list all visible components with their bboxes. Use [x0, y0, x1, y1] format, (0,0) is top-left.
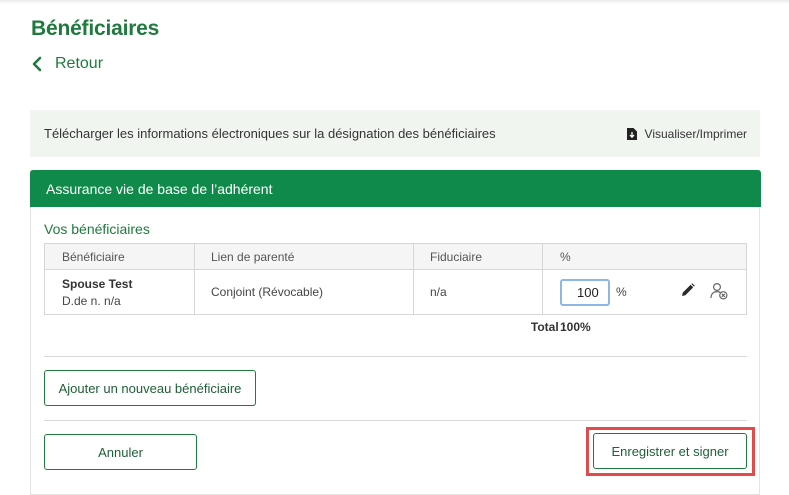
top-shadow [0, 0, 789, 4]
page-title: Bénéficiaires [31, 17, 160, 40]
beneficiary-dob: D.de n. n/a [62, 293, 121, 308]
chevron-left-icon [32, 56, 42, 72]
column-divider [413, 244, 414, 269]
table-header-row: Bénéficiaire Lien de parenté Fiduciaire … [45, 244, 746, 270]
back-link[interactable]: Retour [31, 55, 103, 73]
remove-user-icon [710, 282, 728, 300]
table-row: Spouse Test D.de n. n/a Conjoint (Révoca… [45, 270, 746, 314]
percent-sign: % [616, 285, 627, 299]
section-header: Assurance vie de base de l’adhérent [30, 170, 761, 207]
beneficiaries-table: Bénéficiaire Lien de parenté Fiduciaire … [44, 243, 747, 315]
remove-beneficiary-button[interactable] [709, 281, 729, 301]
column-header-trustee: Fiduciaire [430, 249, 483, 264]
edit-beneficiary-button[interactable] [680, 282, 696, 298]
column-divider [194, 270, 195, 314]
basic-life-section: Assurance vie de base de l’adhérent Vos … [30, 170, 761, 495]
trustee-cell: n/a [430, 285, 447, 299]
column-divider [194, 244, 195, 269]
download-description: Télécharger les informations électroniqu… [44, 126, 496, 141]
column-divider [542, 244, 543, 269]
beneficiaries-subtitle: Vos bénéficiaires [44, 221, 150, 237]
total-value: 100% [560, 320, 591, 334]
percent-input[interactable] [560, 278, 610, 306]
beneficiary-name: Spouse Test [62, 276, 133, 291]
total-label: Total : [530, 320, 566, 334]
print-label: Visualiser/Imprimer [644, 126, 747, 141]
file-download-icon [626, 127, 637, 140]
back-label: Retour [55, 55, 104, 72]
print-link[interactable]: Visualiser/Imprimer [626, 126, 747, 141]
download-bar: Télécharger les informations électroniqu… [30, 110, 760, 157]
divider [44, 356, 747, 357]
column-header-percent: % [560, 249, 571, 264]
beneficiary-cell: Spouse Test D.de n. n/a [62, 270, 192, 314]
column-header-relationship: Lien de parenté [211, 249, 295, 264]
pencil-icon [682, 283, 695, 296]
relationship-cell: Conjoint (Révocable) [211, 285, 324, 299]
cancel-button[interactable]: Annuler [44, 434, 197, 470]
save-and-sign-button[interactable]: Enregistrer et signer [593, 433, 747, 469]
add-beneficiary-button[interactable]: Ajouter un nouveau bénéficiaire [44, 370, 256, 406]
column-header-beneficiary: Bénéficiaire [62, 249, 125, 264]
total-row: Total : 100% [44, 317, 747, 336]
divider [44, 420, 747, 421]
column-divider [413, 270, 414, 314]
column-divider [542, 270, 543, 314]
